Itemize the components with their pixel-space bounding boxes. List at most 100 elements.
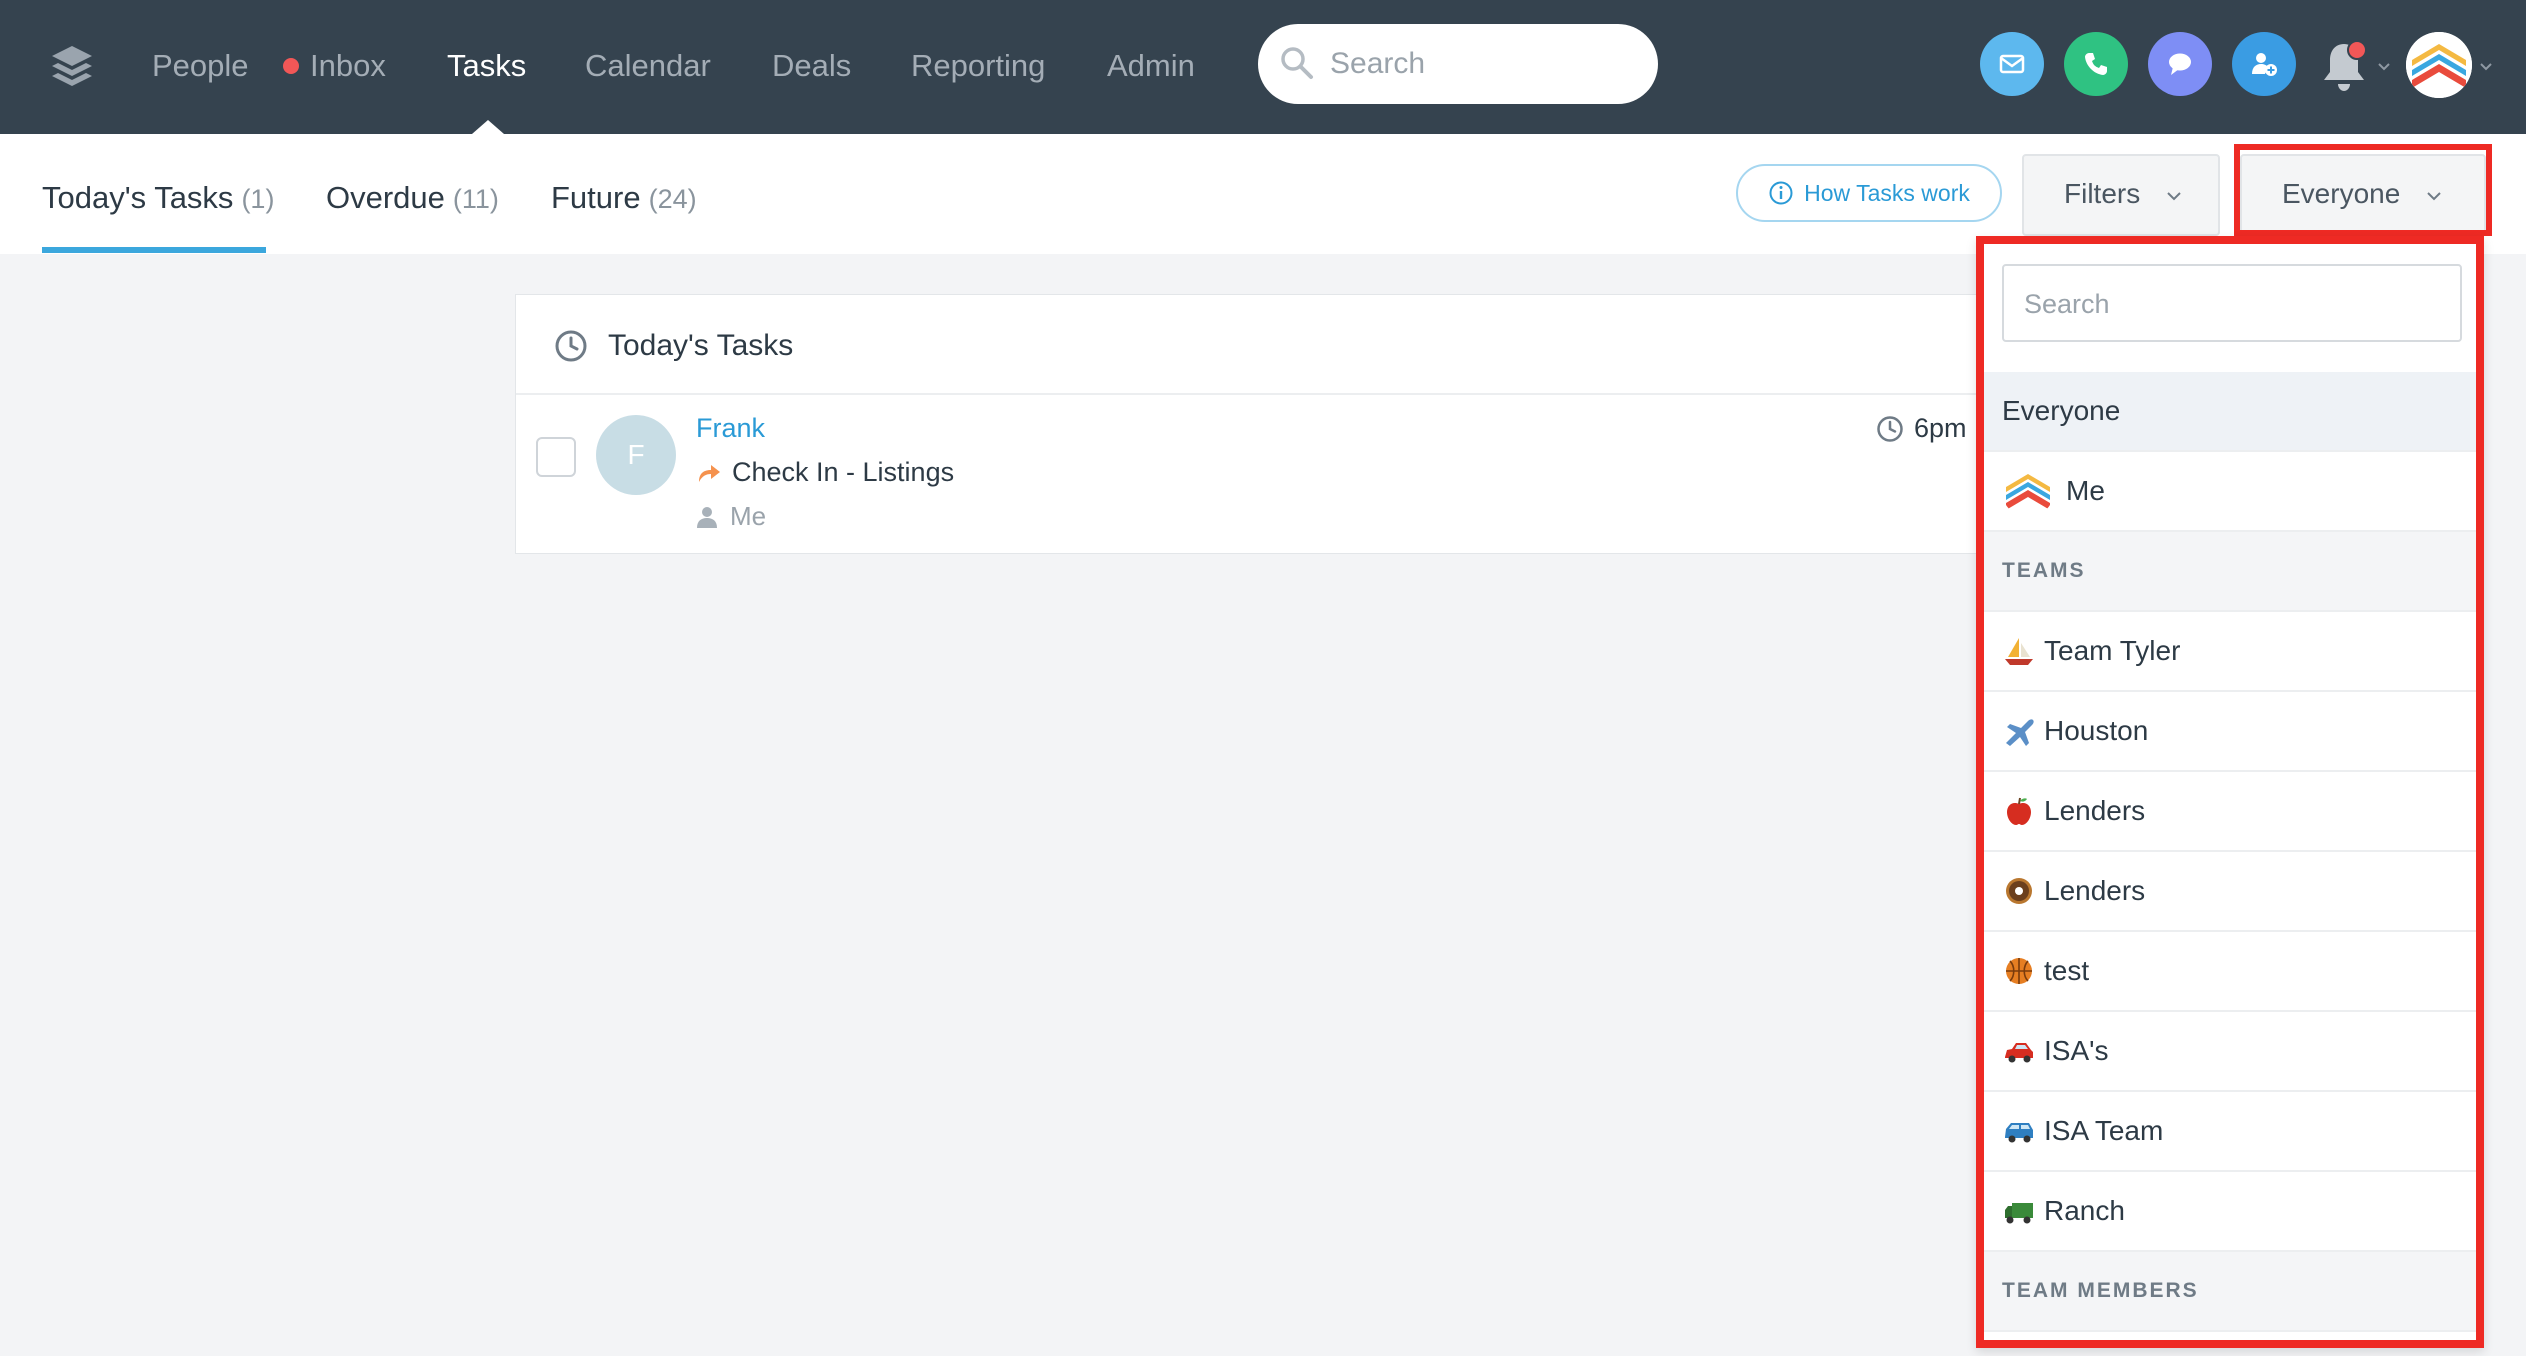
tab-future[interactable]: Future (24) — [551, 178, 697, 219]
chevron-down-icon[interactable] — [2376, 60, 2392, 72]
card-title: Today's Tasks — [608, 329, 794, 362]
dropdown-item-team[interactable]: Team Tyler — [1984, 612, 2476, 692]
dropdown-item-label: Everyone — [2002, 395, 2121, 426]
dropdown-item-team[interactable]: Lenders — [1984, 852, 2476, 932]
dropdown-item-me[interactable]: Me — [1984, 452, 2476, 532]
me-avatar — [2002, 465, 2054, 517]
dropdown-item-label: Houston — [2044, 715, 2149, 746]
active-nav-indicator — [472, 120, 504, 134]
follow-up-arrow-icon — [699, 464, 720, 482]
section-header-label: TEAM MEMBERS — [2002, 1279, 2199, 1302]
avatar-initial: F — [627, 439, 645, 470]
truck-icon — [2005, 1203, 2033, 1224]
donut-icon — [2006, 878, 2032, 904]
chat-button[interactable] — [2148, 32, 2212, 96]
apple-icon — [2007, 797, 2031, 825]
dropdown-item-label: ISA's — [2044, 1035, 2109, 1066]
red-car-icon — [2005, 1043, 2033, 1063]
airplane-icon — [2006, 719, 2034, 746]
dropdown-item-team[interactable]: Houston — [1984, 692, 2476, 772]
email-icon — [1999, 54, 2025, 74]
card-header: Today's Tasks — [516, 295, 1984, 395]
dropdown-item-team[interactable]: test — [1984, 932, 2476, 1012]
tab-count: (24) — [648, 184, 697, 214]
global-search[interactable] — [1258, 24, 1658, 104]
tab-label: Today's Tasks — [42, 180, 234, 215]
dropdown-item-team[interactable]: Ranch — [1984, 1172, 2476, 1252]
phone-icon — [2085, 53, 2107, 75]
dropdown-item-label: test — [2044, 955, 2090, 986]
dropdown-item-label: Lenders — [2044, 875, 2146, 906]
dropdown-item-label: Ranch — [2044, 1195, 2125, 1226]
dropdown-item-label: Lenders — [2044, 795, 2146, 826]
active-tab-indicator — [42, 247, 266, 253]
tab-overdue[interactable]: Overdue (11) — [326, 178, 499, 219]
assignee-filter-button[interactable]: Everyone — [2240, 154, 2486, 236]
app-logo-icon[interactable] — [48, 42, 96, 90]
clock-icon — [1877, 415, 1903, 442]
nav-people[interactable]: People — [152, 46, 249, 86]
dropdown-section-teams: TEAMS — [1984, 532, 2476, 612]
info-icon — [1769, 181, 1793, 205]
task-description-text: Check In - Listings — [732, 457, 955, 487]
assignee-dropdown-menu: Everyone Me TEAMS Team Tyler Houston — [1976, 236, 2484, 1348]
task-due-time: 6pm — [1876, 413, 1967, 444]
add-person-icon — [2252, 53, 2277, 76]
dropdown-item-label: Me — [2066, 475, 2105, 506]
nav-inbox[interactable]: Inbox — [310, 46, 386, 86]
dropdown-item-label: ISA Team — [2044, 1115, 2164, 1146]
global-search-input[interactable] — [1330, 42, 1630, 86]
nav-reporting[interactable]: Reporting — [911, 46, 1045, 86]
due-time-text: 6pm — [1914, 413, 1967, 443]
sailboat-icon — [2005, 638, 2033, 665]
dropdown-item-team[interactable]: ISA Team — [1984, 1092, 2476, 1172]
todays-tasks-card: Today's Tasks F Frank Check In - Listing… — [515, 294, 1985, 554]
assignee-filter-label: Everyone — [2282, 178, 2401, 209]
filters-button[interactable]: Filters — [2022, 154, 2220, 236]
dropdown-item-team[interactable]: Lenders — [1984, 772, 2476, 852]
blue-car-icon — [2005, 1123, 2033, 1143]
email-button[interactable] — [1980, 32, 2044, 96]
dropdown-item-team[interactable]: ISA's — [1984, 1012, 2476, 1092]
dropdown-search-input[interactable] — [2024, 282, 2444, 326]
contact-name-link[interactable]: Frank — [696, 413, 765, 444]
user-avatar[interactable] — [2406, 32, 2472, 98]
notification-dot — [2347, 40, 2367, 60]
how-tasks-work-label: How Tasks work — [1804, 179, 1970, 206]
contact-avatar[interactable]: F — [596, 415, 676, 495]
tab-count: (1) — [241, 184, 275, 214]
phone-button[interactable] — [2064, 32, 2128, 96]
tab-label: Future — [551, 180, 641, 215]
dropdown-item-everyone[interactable]: Everyone — [1984, 372, 2476, 452]
top-navigation-bar: People Inbox Tasks Calendar Deals Report… — [0, 0, 2526, 134]
basketball-icon — [2006, 958, 2032, 984]
user-logo-icon — [2002, 465, 2054, 517]
tab-label: Overdue — [326, 180, 445, 215]
clock-icon — [555, 330, 587, 362]
chevron-down-icon — [2167, 192, 2181, 201]
task-assignee: Me — [696, 501, 766, 532]
tab-count: (11) — [452, 184, 499, 214]
nav-admin[interactable]: Admin — [1107, 46, 1195, 86]
nav-calendar[interactable]: Calendar — [585, 46, 711, 86]
chat-icon — [2169, 53, 2191, 75]
dropdown-section-team-members: TEAM MEMBERS — [1984, 1252, 2476, 1332]
inbox-unread-dot — [283, 58, 299, 74]
nav-tasks[interactable]: Tasks — [447, 46, 526, 86]
section-header-label: TEAMS — [2002, 559, 2086, 582]
user-logo-icon — [2406, 32, 2472, 98]
how-tasks-work-button[interactable]: How Tasks work — [1736, 164, 2002, 222]
dropdown-search[interactable] — [2002, 264, 2462, 342]
chevron-down-icon — [2427, 192, 2441, 201]
filters-label: Filters — [2064, 178, 2141, 209]
dropdown-item-label: Team Tyler — [2044, 635, 2181, 666]
chevron-down-icon[interactable] — [2478, 60, 2494, 72]
search-icon — [1281, 47, 1313, 79]
person-icon — [697, 506, 717, 528]
task-complete-checkbox[interactable] — [536, 437, 576, 477]
nav-deals[interactable]: Deals — [772, 46, 851, 86]
add-person-button[interactable] — [2232, 32, 2296, 96]
tab-todays-tasks[interactable]: Today's Tasks (1) — [42, 178, 274, 219]
task-description[interactable]: Check In - Listings — [696, 457, 954, 488]
assignee-name: Me — [730, 501, 767, 531]
